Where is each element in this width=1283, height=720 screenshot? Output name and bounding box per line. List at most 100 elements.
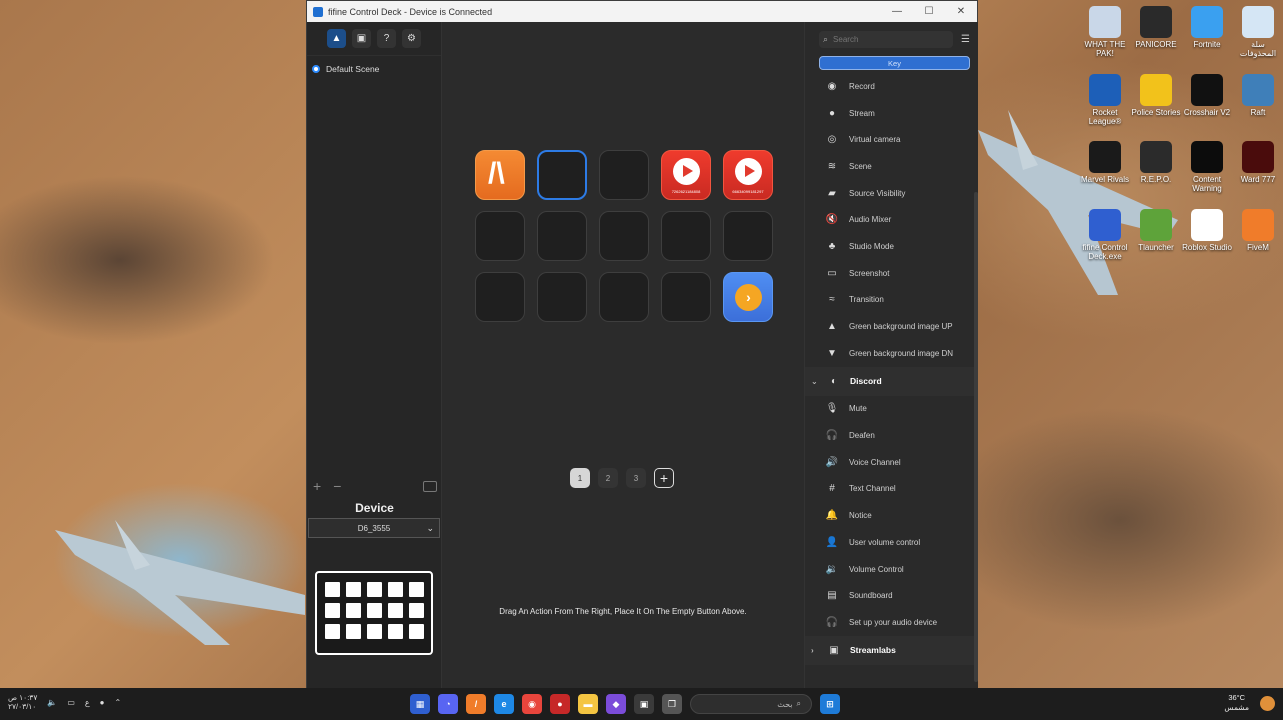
deck-key[interactable]: [537, 211, 587, 261]
desktop-icon[interactable]: PANICORE: [1131, 6, 1181, 49]
action-item[interactable]: ≈ Transition: [805, 287, 978, 314]
deck-key[interactable]: [723, 211, 773, 261]
taskbar-fivem-icon[interactable]: /: [466, 694, 486, 714]
action-item[interactable]: 🔉 Volume Control: [805, 556, 978, 583]
action-item[interactable]: # Text Channel: [805, 476, 978, 503]
taskbar-discord-icon[interactable]: ◔: [438, 694, 458, 714]
volume-icon[interactable]: 🔈: [47, 698, 57, 707]
taskbar-store-icon[interactable]: ▣: [634, 694, 654, 714]
tab-key[interactable]: Key: [819, 56, 970, 70]
deck-key[interactable]: [661, 272, 711, 322]
desktop-icon[interactable]: Raft: [1233, 74, 1283, 117]
search-box[interactable]: ⌕: [819, 30, 954, 48]
desktop-icon[interactable]: Crosshair V2: [1182, 74, 1232, 117]
desktop-icon[interactable]: fifine Control Deck.exe: [1080, 209, 1130, 261]
taskbar-search[interactable]: بحث ⌕: [690, 694, 812, 714]
desktop-icon[interactable]: FiveM: [1233, 209, 1283, 252]
desktop-icon[interactable]: WHAT THE PAK!: [1080, 6, 1130, 58]
action-item[interactable]: ◉ Record: [805, 73, 978, 100]
jet-wallpaper-left: [55, 520, 305, 645]
deck-key[interactable]: [537, 150, 587, 200]
language-indicator[interactable]: ع: [85, 698, 90, 707]
cube-icon[interactable]: ▣: [352, 29, 371, 48]
deck-key[interactable]: [475, 211, 525, 261]
taskbar-app-icon[interactable]: ●: [550, 694, 570, 714]
action-item[interactable]: ♣ Studio Mode: [805, 233, 978, 260]
action-item[interactable]: ● Stream: [805, 100, 978, 127]
clock[interactable]: ١٠:٣٧ ص ٢٧/٠٣/١٠: [8, 693, 37, 711]
deck-key[interactable]: 7262621184808: [661, 150, 711, 200]
action-item[interactable]: 🎧 Deafen: [805, 422, 978, 449]
start-icon[interactable]: ⊞: [820, 694, 840, 714]
network-icon[interactable]: ▭: [67, 698, 75, 707]
desktop-icon[interactable]: Rocket League®: [1080, 74, 1130, 126]
action-item[interactable]: 🔊 Voice Channel: [805, 449, 978, 476]
desktop-icon[interactable]: Police Stories: [1131, 74, 1181, 117]
action-item[interactable]: 🔔 Notice: [805, 502, 978, 529]
deck-key[interactable]: ›: [723, 272, 773, 322]
taskbar-edge-icon[interactable]: e: [494, 694, 514, 714]
group-discord[interactable]: ⌄ ◐ Discord: [805, 366, 978, 396]
close-button[interactable]: ✕: [945, 6, 977, 17]
action-item[interactable]: 👤 User volume control: [805, 529, 978, 556]
desktop-icon[interactable]: Roblox Studio: [1182, 209, 1232, 252]
taskbar-folder-icon[interactable]: ▬: [578, 694, 598, 714]
remove-scene-button[interactable]: −: [333, 478, 341, 494]
deck-key[interactable]: [599, 211, 649, 261]
desktop-icon[interactable]: R.E.P.O.: [1131, 141, 1181, 184]
maximize-button[interactable]: ☐: [913, 6, 945, 17]
action-item[interactable]: ▭ Screenshot: [805, 260, 978, 287]
deck-key[interactable]: [537, 272, 587, 322]
deck-key[interactable]: [599, 272, 649, 322]
taskbar-taskview-icon[interactable]: ❐: [662, 694, 682, 714]
help-icon[interactable]: ?: [377, 29, 396, 48]
desktop-icon[interactable]: Fortnite: [1182, 6, 1232, 49]
title-bar[interactable]: fifine Control Deck - Device is Connecte…: [307, 1, 977, 22]
microphone-icon[interactable]: ●: [100, 698, 105, 707]
minimize-button[interactable]: —: [881, 6, 913, 17]
desktop-icon[interactable]: سلة المحذوفات: [1233, 6, 1283, 58]
weather-widget[interactable]: 36°C مشمس: [1224, 693, 1249, 713]
key-grid: /\ 7262621184808 66634099181297 ›: [475, 150, 773, 322]
group-streamlabs[interactable]: › ▣ Streamlabs: [805, 635, 978, 665]
taskbar-fifine-icon[interactable]: ▦: [410, 694, 430, 714]
scene-panel: ▲ ▣ ? ⚙ Default Scene + − Device D6_3555…: [307, 22, 442, 689]
scrollbar[interactable]: [974, 192, 978, 682]
device-select[interactable]: D6_3555 ⌄: [308, 518, 440, 538]
action-item[interactable]: ≋ Scene: [805, 153, 978, 180]
scene-item-default[interactable]: Default Scene: [307, 56, 441, 82]
deck-key[interactable]: [599, 150, 649, 200]
action-item[interactable]: ◎ Virtual camera: [805, 126, 978, 153]
page-3-button[interactable]: 3: [626, 468, 646, 488]
action-item[interactable]: 🎧 Set up your audio device: [805, 609, 978, 636]
deck-key[interactable]: 66634099181297: [723, 150, 773, 200]
add-scene-button[interactable]: +: [313, 478, 321, 494]
deck-key[interactable]: [475, 272, 525, 322]
action-item[interactable]: ▤ Soundboard: [805, 582, 978, 609]
action-item[interactable]: ▲ Green background image UP: [805, 313, 978, 340]
scene-settings-icon[interactable]: [423, 480, 437, 492]
desktop-icon[interactable]: Ward 777: [1233, 141, 1283, 184]
desktop-icon[interactable]: Marvel Rivals: [1080, 141, 1130, 184]
add-page-button[interactable]: +: [654, 468, 674, 488]
settings-icon[interactable]: ⚙: [402, 29, 421, 48]
action-label: Screenshot: [849, 268, 890, 278]
taskbar-copilot-icon[interactable]: ◆: [606, 694, 626, 714]
app-tile-icon: [1191, 6, 1223, 38]
chevron-up-icon[interactable]: ⌃: [115, 698, 122, 707]
deck-key[interactable]: [661, 211, 711, 261]
home-icon[interactable]: ▲: [327, 29, 346, 48]
desktop-icon[interactable]: Content Warning: [1182, 141, 1232, 193]
list-view-icon[interactable]: ☰: [961, 34, 970, 45]
search-input[interactable]: [833, 34, 934, 44]
action-item[interactable]: 🎙 Mute: [805, 396, 978, 423]
deck-key[interactable]: /\: [475, 150, 525, 200]
app-window: fifine Control Deck - Device is Connecte…: [306, 0, 978, 689]
action-item[interactable]: ▰ Source Visibility: [805, 180, 978, 207]
desktop-icon[interactable]: Tlauncher: [1131, 209, 1181, 252]
taskbar-chrome-icon[interactable]: ◉: [522, 694, 542, 714]
action-item[interactable]: ▼ Green background image DN: [805, 340, 978, 367]
page-1-button[interactable]: 1: [570, 468, 590, 488]
action-item[interactable]: 🔇 Audio Mixer: [805, 206, 978, 233]
page-2-button[interactable]: 2: [598, 468, 618, 488]
